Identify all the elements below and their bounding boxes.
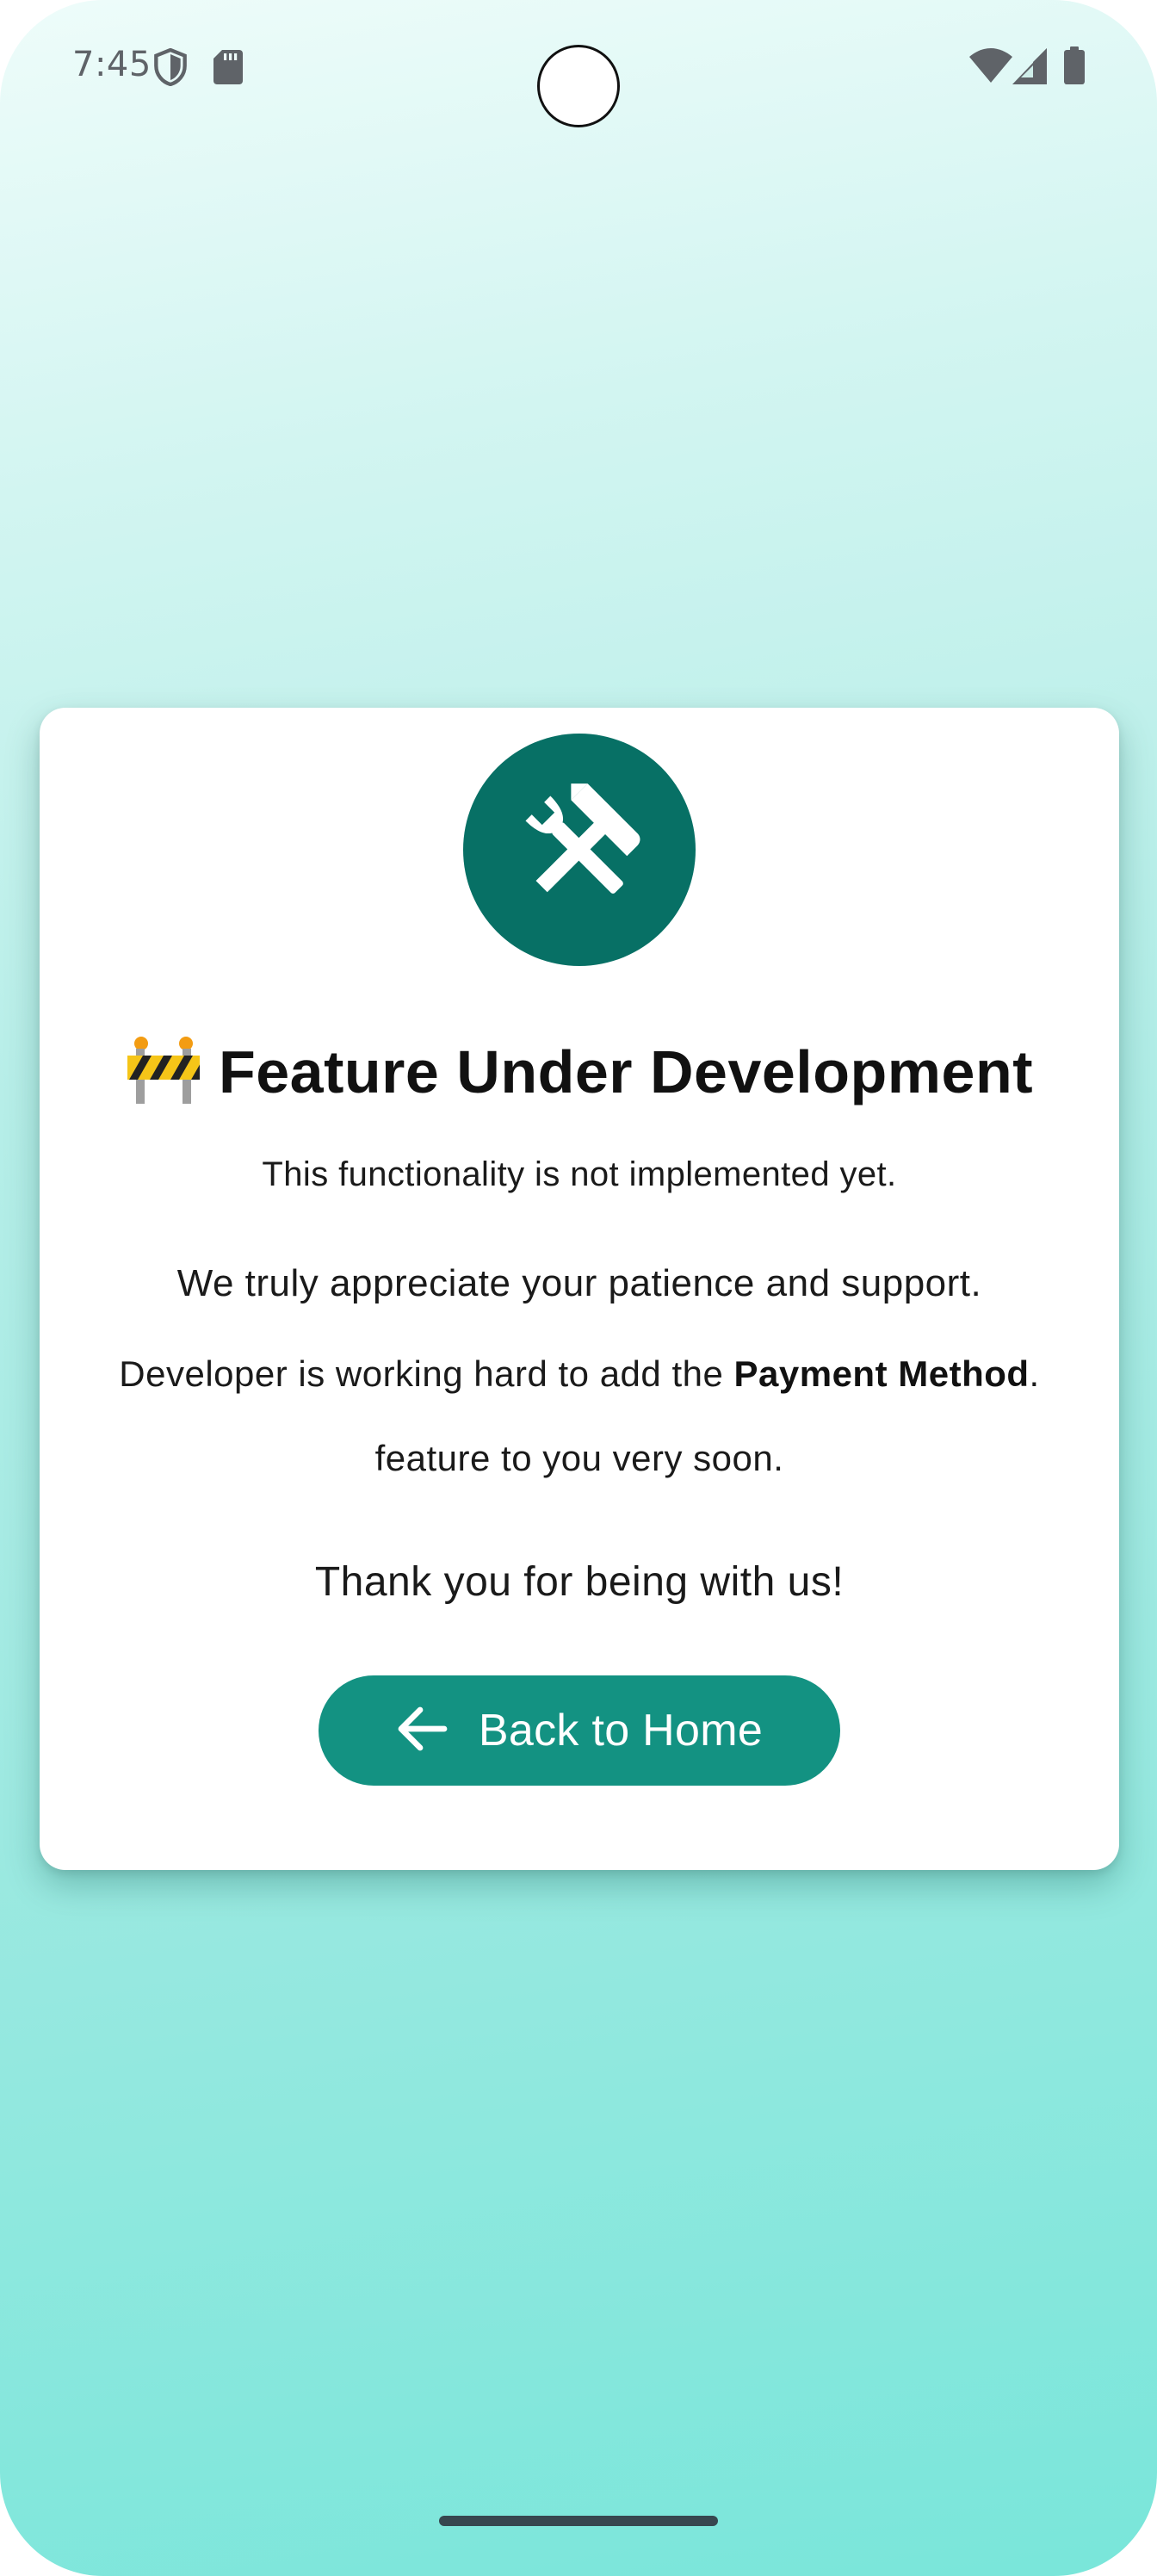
- feature-card: Feature Under Development This functiona…: [40, 708, 1119, 1870]
- status-time: 7:45: [72, 45, 152, 84]
- page-title: Feature Under Development: [218, 1037, 1034, 1105]
- arrow-left-icon: [396, 1705, 448, 1757]
- shield-icon: [153, 47, 188, 90]
- construction-barrier-icon: [126, 1035, 201, 1108]
- title-row: Feature Under Development: [40, 1035, 1119, 1108]
- feature-name: Payment Method: [733, 1353, 1030, 1394]
- subtitle: This functionality is not implemented ye…: [262, 1155, 897, 1193]
- screen: 7:45 Feature Under Development This func…: [0, 0, 1157, 2576]
- status-bar: 7:45: [0, 0, 1157, 138]
- developer-message: Developer is working hard to add the Pay…: [40, 1353, 1119, 1395]
- camera-cutout: [537, 45, 620, 127]
- feature-line: feature to you very soon.: [374, 1438, 784, 1478]
- thanks-text: Thank you for being with us!: [314, 1559, 845, 1605]
- sd-card-icon: [213, 50, 243, 89]
- tools-icon: [463, 734, 696, 966]
- wifi-icon: [969, 48, 1012, 89]
- signal-icon: [1012, 48, 1047, 89]
- developer-message-suffix: .: [1029, 1353, 1040, 1394]
- battery-icon: [1064, 46, 1085, 89]
- developer-message-prefix: Developer is working hard to add the: [119, 1353, 734, 1394]
- back-to-home-button[interactable]: Back to Home: [319, 1675, 840, 1786]
- home-indicator[interactable]: [439, 2516, 718, 2526]
- appreciation-text: We truly appreciate your patience and su…: [176, 1262, 982, 1304]
- back-to-home-label: Back to Home: [478, 1706, 764, 1756]
